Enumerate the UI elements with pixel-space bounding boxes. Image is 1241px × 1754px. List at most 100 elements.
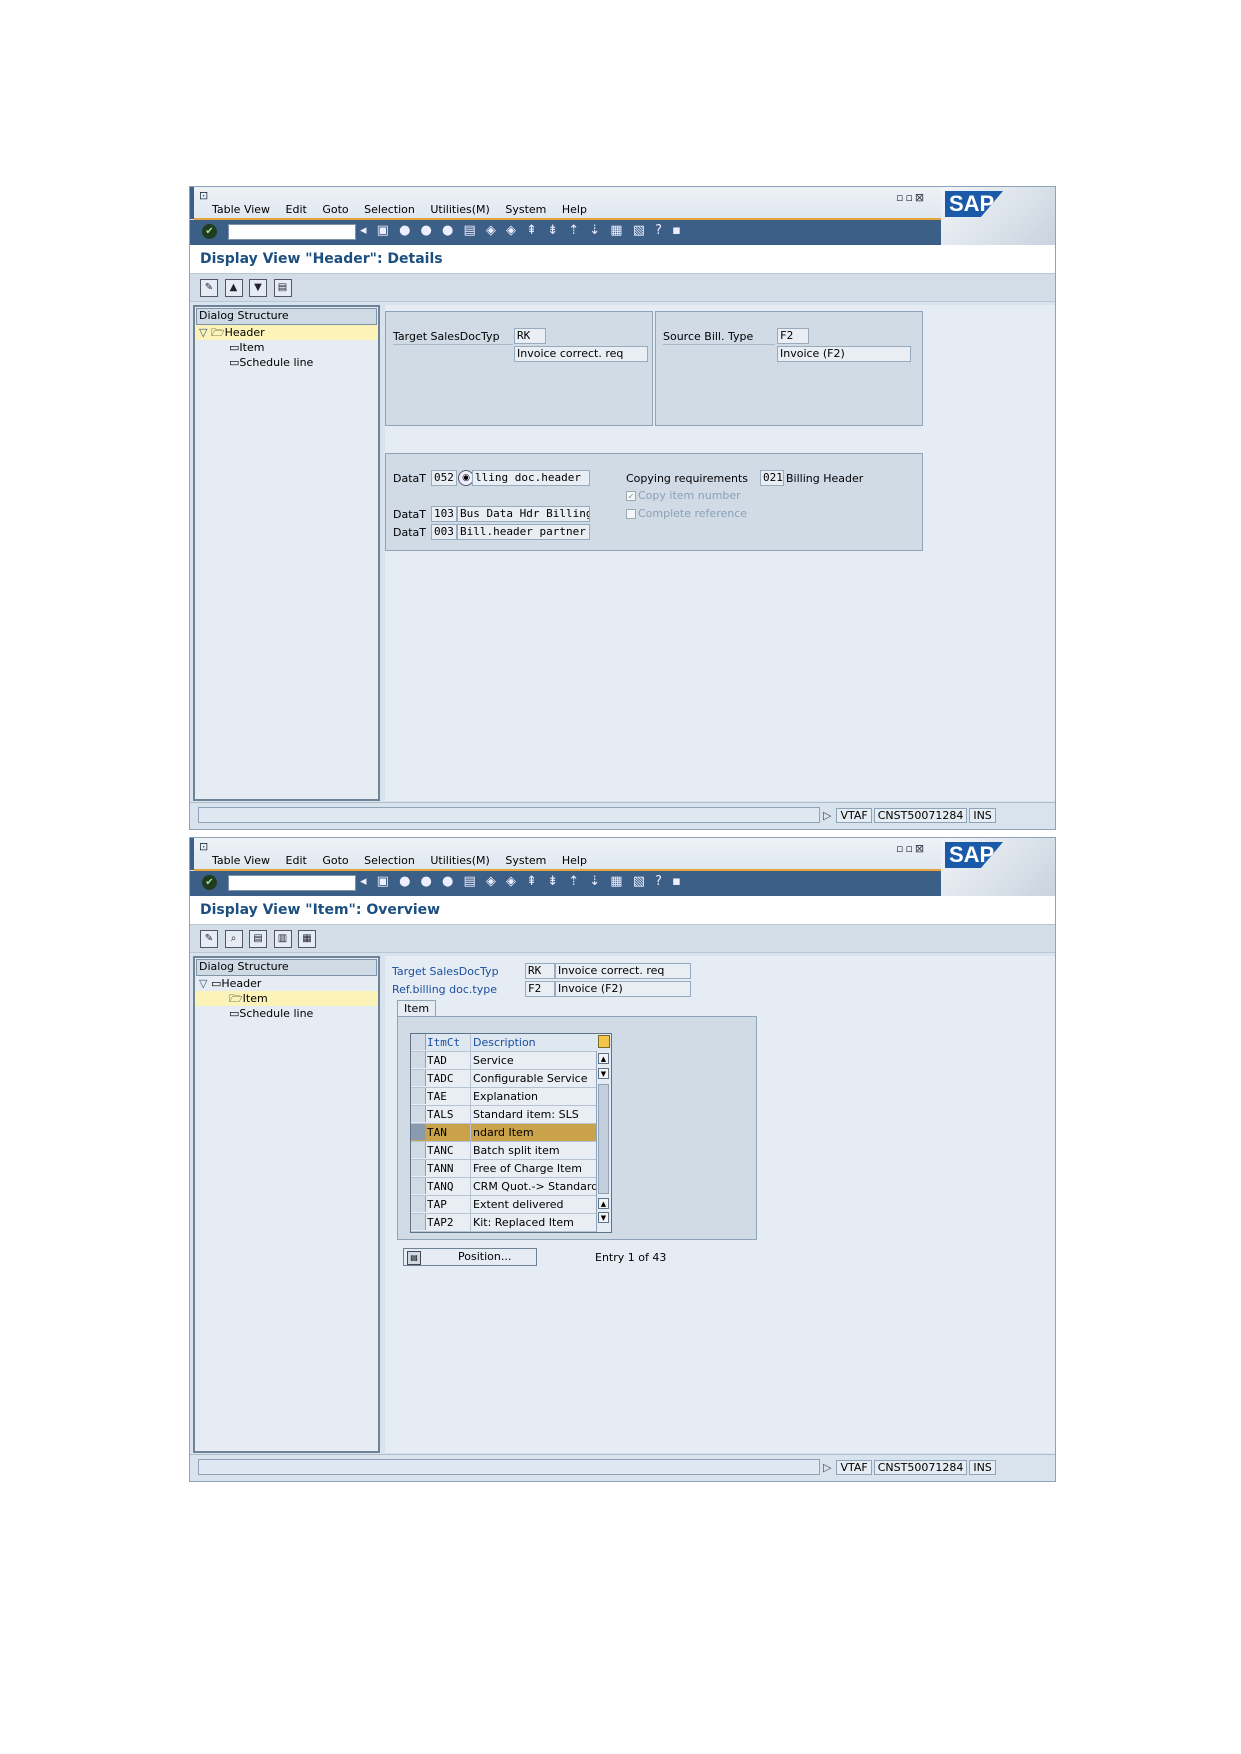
command-field[interactable] bbox=[228, 875, 356, 891]
sap-logo: SAP bbox=[945, 191, 1003, 217]
menu-utilities[interactable]: Utilities(M) bbox=[430, 854, 489, 867]
menu-table-view[interactable]: Table View bbox=[212, 854, 270, 867]
play-icon[interactable]: ▷ bbox=[820, 1461, 834, 1474]
copying-requirements-field[interactable]: 021 bbox=[760, 470, 784, 486]
details-icon[interactable]: ⌕ bbox=[224, 930, 243, 948]
row-selector[interactable] bbox=[411, 1214, 426, 1230]
target-salesdoctyp-label: Target SalesDocTyp bbox=[393, 330, 500, 343]
table-row[interactable]: TANQ CRM Quot.-> Standard bbox=[411, 1178, 611, 1196]
enter-check-icon[interactable]: ✔ bbox=[202, 224, 217, 239]
window-controls[interactable]: ▫▫⊠ bbox=[896, 191, 926, 204]
cell-itmct: TAD bbox=[427, 1054, 447, 1067]
ref-billing-doc-type-field: F2 bbox=[525, 981, 555, 997]
row-selector[interactable] bbox=[411, 1160, 426, 1176]
ref-description-field: Invoice (F2) bbox=[555, 981, 691, 997]
row-selector[interactable] bbox=[411, 1106, 426, 1122]
copying-requirements-label: Copying requirements bbox=[626, 472, 749, 485]
table-row[interactable]: TALS Standard item: SLS bbox=[411, 1106, 611, 1124]
system-menu-icon[interactable]: ⊡ bbox=[199, 189, 208, 202]
table-row[interactable]: TANN Free of Charge Item bbox=[411, 1160, 611, 1178]
row-selector[interactable] bbox=[411, 1142, 426, 1158]
next-entry-icon[interactable]: ▼ bbox=[249, 279, 267, 297]
vertical-scrollbar[interactable]: ▲ ▼ ▲ ▼ bbox=[596, 1051, 611, 1232]
column-settings-icon[interactable] bbox=[598, 1035, 610, 1048]
target-salesdoctyp-field: RK bbox=[525, 963, 555, 979]
menu-system[interactable]: System bbox=[505, 203, 546, 216]
copy-item-number-label: Copy item number bbox=[638, 489, 741, 502]
select-all-icon[interactable]: ▤ bbox=[249, 930, 267, 948]
complete-reference-checkbox[interactable] bbox=[626, 509, 636, 519]
row-selector[interactable] bbox=[411, 1196, 426, 1212]
menu-edit[interactable]: Edit bbox=[286, 854, 307, 867]
tree-item-label: Schedule line bbox=[239, 356, 314, 369]
scroll-page-up-icon[interactable]: ▲ bbox=[598, 1198, 609, 1209]
other-entry-icon[interactable]: ▤ bbox=[273, 279, 292, 297]
row-selector[interactable] bbox=[411, 1088, 426, 1104]
tree-item-header[interactable]: ▽ ▭Header bbox=[195, 976, 378, 991]
datat-header-field[interactable]: 052 bbox=[431, 470, 457, 486]
label-underline bbox=[663, 344, 775, 345]
open-folder-icon: 🗁 bbox=[210, 326, 225, 339]
scroll-up-icon[interactable]: ▲ bbox=[598, 1053, 609, 1064]
tree-item-item[interactable]: ▭Item bbox=[195, 340, 378, 355]
previous-entry-icon[interactable]: ▲ bbox=[224, 279, 243, 297]
scroll-thumb[interactable] bbox=[598, 1084, 609, 1194]
cell-description: Kit: Replaced Item bbox=[470, 1214, 597, 1231]
row-selector[interactable] bbox=[411, 1070, 426, 1086]
play-icon[interactable]: ▷ bbox=[820, 809, 834, 822]
menu-selection[interactable]: Selection bbox=[364, 203, 415, 216]
table-row[interactable]: TAP2 Kit: Replaced Item bbox=[411, 1214, 611, 1232]
select-all-cell[interactable] bbox=[411, 1034, 426, 1050]
column-header-itmct[interactable]: ItmCt bbox=[427, 1034, 467, 1051]
source-bill-type-field[interactable]: F2 bbox=[777, 328, 809, 344]
menu-utilities[interactable]: Utilities(M) bbox=[430, 203, 489, 216]
table-row[interactable]: TAN ndard Item bbox=[411, 1124, 611, 1142]
cell-itmct: TAP2 bbox=[427, 1216, 454, 1229]
system-menu-icon[interactable]: ⊡ bbox=[199, 840, 208, 853]
enter-check-icon[interactable]: ✔ bbox=[202, 875, 217, 890]
display-change-icon[interactable]: ✎ bbox=[200, 930, 218, 948]
row-selector[interactable] bbox=[411, 1124, 426, 1140]
window-controls[interactable]: ▫▫⊠ bbox=[896, 842, 926, 855]
menu-selection[interactable]: Selection bbox=[364, 854, 415, 867]
expand-triangle-icon[interactable]: ▽ bbox=[195, 326, 207, 339]
table-row[interactable]: TAE Explanation bbox=[411, 1088, 611, 1106]
display-change-icon[interactable]: ✎ bbox=[200, 279, 218, 297]
tree-item-schedule-line[interactable]: ▭Schedule line bbox=[195, 1006, 378, 1021]
datat-partner-field[interactable]: 003 bbox=[431, 524, 457, 540]
datat-bus-data-field[interactable]: 103 bbox=[431, 506, 457, 522]
menu-help[interactable]: Help bbox=[562, 203, 587, 216]
select-block-icon[interactable]: ▥ bbox=[273, 930, 292, 948]
table-row[interactable]: TADC Configurable Service bbox=[411, 1070, 611, 1088]
menu-bar: Table View Edit Goto Selection Utilities… bbox=[212, 854, 599, 867]
toolbar-icons[interactable]: ◂ ▣ ● ● ● ▤ ◈ ◈ ⇞ ⇟ ⇡ ⇣ ▦ ▧ ? ▪ bbox=[360, 874, 684, 889]
menu-goto[interactable]: Goto bbox=[322, 854, 348, 867]
tree-item-header[interactable]: ▽ 🗁Header bbox=[195, 325, 378, 340]
target-salesdoctyp-field[interactable]: RK bbox=[514, 328, 546, 344]
position-button[interactable]: ▤ Position... bbox=[403, 1248, 537, 1266]
tree-item-item[interactable]: 🗁Item bbox=[195, 991, 378, 1006]
table-row[interactable]: TANC Batch split item bbox=[411, 1142, 611, 1160]
menu-system[interactable]: System bbox=[505, 854, 546, 867]
menu-goto[interactable]: Goto bbox=[322, 203, 348, 216]
copy-item-number-checkbox[interactable]: ✓ bbox=[626, 491, 636, 501]
table-row[interactable]: TAD Service bbox=[411, 1052, 611, 1070]
tab-item[interactable]: Item bbox=[397, 1000, 437, 1017]
table-row[interactable]: TAP Extent delivered bbox=[411, 1196, 611, 1214]
row-selector[interactable] bbox=[411, 1178, 426, 1194]
status-message-area bbox=[198, 807, 820, 823]
expand-triangle-icon[interactable]: ▽ bbox=[195, 977, 207, 990]
menu-edit[interactable]: Edit bbox=[286, 203, 307, 216]
ref-billing-doc-type-label: Ref.billing doc.type bbox=[392, 983, 497, 996]
toolbar-icons[interactable]: ◂ ▣ ● ● ● ▤ ◈ ◈ ⇞ ⇟ ⇡ ⇣ ▦ ▧ ? ▪ bbox=[360, 223, 684, 238]
cell-description: Extent delivered bbox=[470, 1196, 597, 1213]
scroll-page-down-icon[interactable]: ▼ bbox=[598, 1212, 609, 1223]
column-header-description[interactable]: Description bbox=[470, 1034, 597, 1051]
scroll-down-icon[interactable]: ▼ bbox=[598, 1068, 609, 1079]
tree-item-schedule-line[interactable]: ▭Schedule line bbox=[195, 355, 378, 370]
deselect-all-icon[interactable]: ▦ bbox=[298, 930, 316, 948]
menu-table-view[interactable]: Table View bbox=[212, 203, 270, 216]
menu-help[interactable]: Help bbox=[562, 854, 587, 867]
command-field[interactable] bbox=[228, 224, 356, 240]
row-selector[interactable] bbox=[411, 1052, 426, 1068]
